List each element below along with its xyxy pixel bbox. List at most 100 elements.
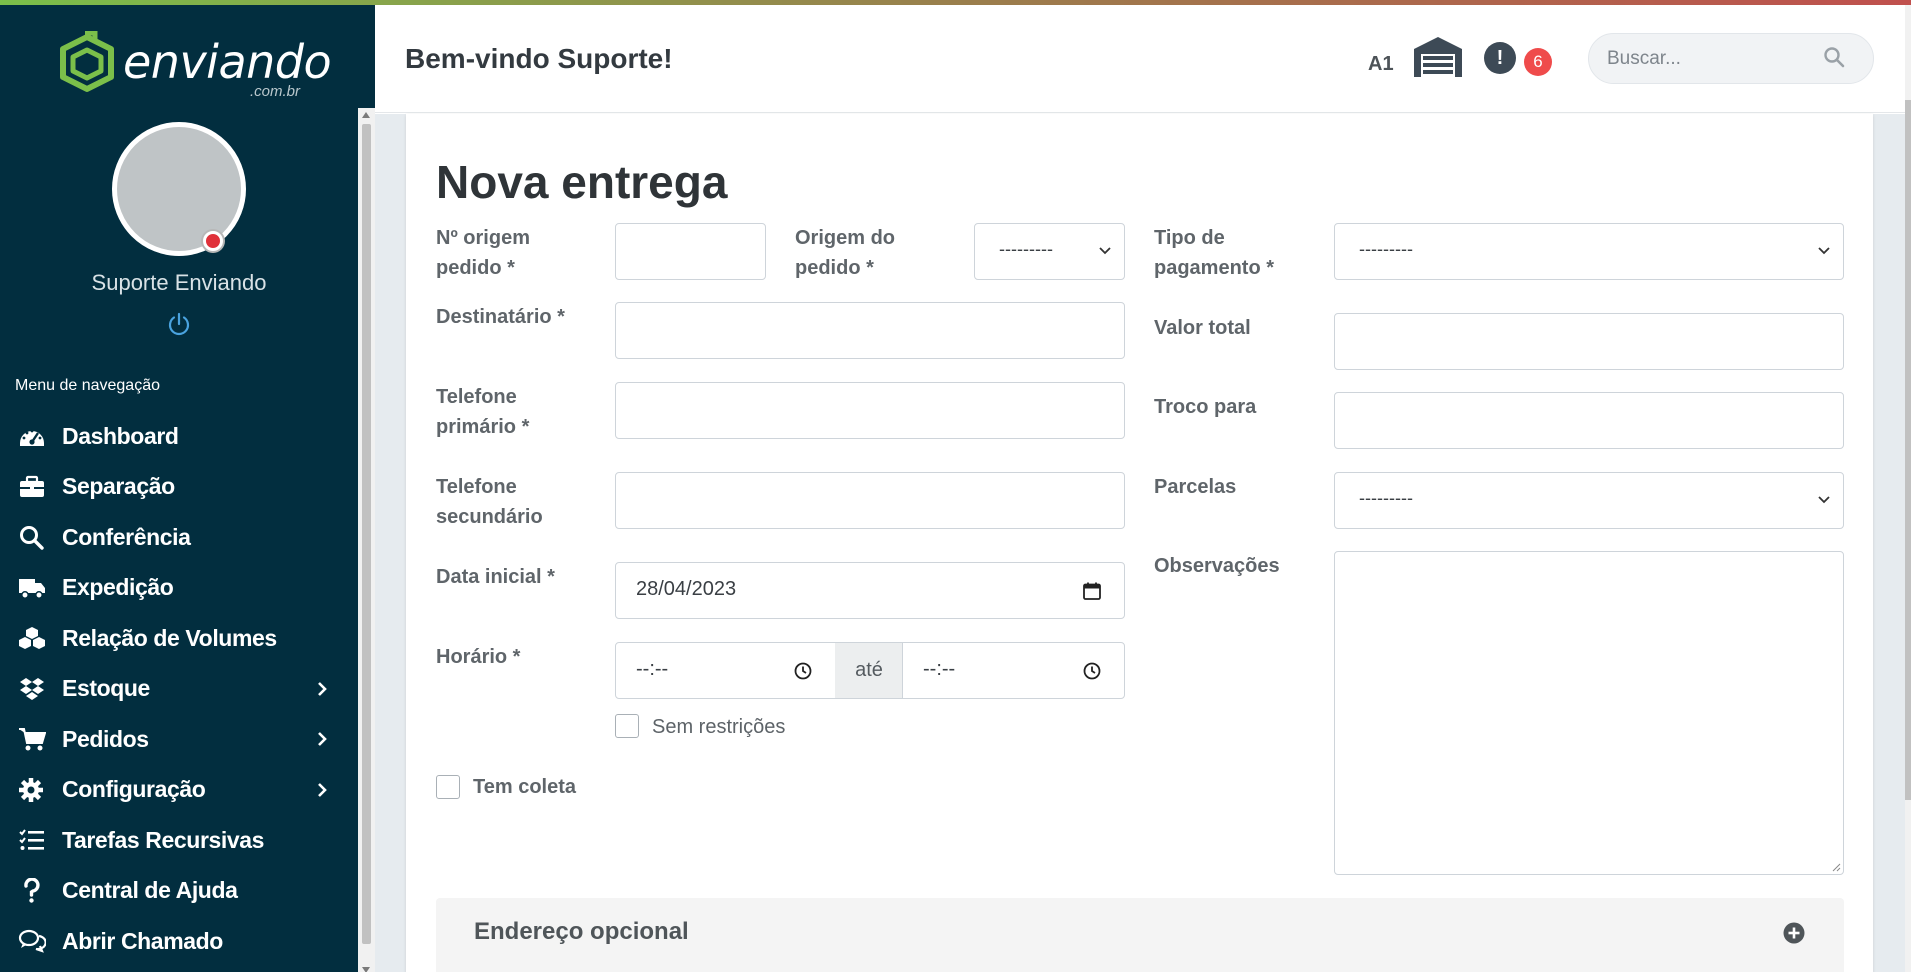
time-value: --:-- (923, 658, 956, 680)
nav-item-tarefas-recursivas[interactable]: Tarefas Recursivas (0, 815, 358, 866)
destinatario-input[interactable] (615, 302, 1125, 359)
label-line: pedido * (795, 257, 874, 279)
nav-item-estoque[interactable]: Estoque (0, 664, 358, 715)
chevron-right-icon (318, 782, 327, 797)
page-scrollbar[interactable] (1905, 5, 1911, 972)
nav-label: Expedição (62, 574, 174, 601)
clock-icon[interactable] (1082, 661, 1102, 681)
sem-restricoes-label[interactable]: Sem restrições (652, 716, 785, 739)
horario-separator: até (835, 642, 903, 699)
scroll-up-arrow[interactable] (362, 112, 370, 118)
horario-inicio-input[interactable]: --:-- (615, 642, 836, 699)
nav-title: Menu de navegação (15, 377, 160, 394)
nav-item-abrir-chamado[interactable]: Abrir Chamado (0, 916, 358, 967)
tasks-icon (18, 826, 50, 854)
telefone-secundario-input[interactable] (615, 472, 1125, 529)
calendar-icon[interactable] (1082, 581, 1102, 601)
select-value: --------- (1359, 488, 1413, 508)
select-value: --------- (1359, 239, 1413, 259)
brand-name: enviando (123, 35, 332, 89)
label-line: Origem do (795, 227, 896, 249)
briefcase-icon (18, 473, 50, 501)
nav-menu: Dashboard Separação Conferência Expediçã… (0, 411, 358, 967)
origem-numero-label: Nº origem pedido * (436, 223, 530, 283)
label-line: primário * (436, 416, 530, 438)
valor-total-input[interactable] (1334, 313, 1844, 370)
tem-coleta-checkbox[interactable] (436, 775, 460, 799)
parcelas-select[interactable]: --------- (1334, 472, 1844, 529)
time-value: --:-- (636, 658, 669, 680)
tipo-pagamento-label: Tipo de pagamento * (1154, 223, 1274, 283)
valor-total-label: Valor total (1154, 317, 1251, 339)
comments-icon (18, 927, 50, 955)
scrollbar-thumb[interactable] (362, 124, 371, 944)
box-logo-icon (60, 31, 114, 92)
nav-label: Abrir Chamado (62, 927, 223, 954)
alert-icon[interactable]: ! (1484, 42, 1516, 74)
label-line: Tipo de (1154, 227, 1225, 249)
sidebar: enviando .com.br Suporte Enviando Menu d… (0, 5, 375, 972)
sem-restricoes-checkbox[interactable] (615, 714, 639, 738)
origem-pedido-label: Origem do pedido * (795, 223, 895, 283)
nav-item-dashboard[interactable]: Dashboard (0, 411, 358, 462)
nav-label: Dashboard (62, 422, 179, 449)
endereco-opcional-accordion[interactable]: Endereço opcional (436, 898, 1844, 972)
origem-numero-input[interactable] (615, 223, 766, 280)
search-icon[interactable] (1823, 46, 1845, 68)
telefone-primario-input[interactable] (615, 382, 1125, 439)
chevron-right-icon (318, 681, 327, 696)
nav-label: Estoque (62, 675, 150, 702)
label-line: pagamento * (1154, 257, 1275, 279)
telefone-secundario-label: Telefone secundário (436, 472, 543, 532)
nav-item-configuracao[interactable]: Configuração (0, 765, 358, 816)
search-input[interactable] (1607, 34, 1817, 83)
observacoes-label: Observações (1154, 555, 1280, 577)
nav-item-conferencia[interactable]: Conferência (0, 512, 358, 563)
data-inicial-input[interactable]: 28/04/2023 (615, 562, 1125, 619)
observacoes-textarea[interactable] (1334, 551, 1844, 875)
nav-label: Configuração (62, 776, 206, 803)
truck-icon (18, 574, 50, 602)
nav-label: Tarefas Recursivas (62, 826, 265, 853)
telefone-primario-label: Telefone primário * (436, 382, 529, 442)
gear-icon (18, 776, 50, 804)
horario-label: Horário * (436, 646, 521, 668)
troco-para-input[interactable] (1334, 392, 1844, 449)
clock-icon[interactable] (793, 661, 813, 681)
brand-domain: .com.br (250, 83, 301, 100)
boxes-icon (18, 624, 50, 652)
label-line: pedido * (436, 257, 515, 279)
notification-badge[interactable]: 6 (1524, 48, 1552, 76)
dropbox-icon (18, 675, 50, 703)
nav-item-separacao[interactable]: Separação (0, 462, 358, 513)
parcelas-label: Parcelas (1154, 476, 1237, 498)
origem-pedido-select[interactable]: --------- (974, 223, 1125, 280)
warehouse-icon[interactable] (1412, 35, 1464, 79)
chevron-down-icon (1818, 496, 1830, 504)
user-name: Suporte Enviando (91, 270, 267, 295)
nav-label: Central de Ajuda (62, 877, 238, 904)
nav-item-expedicao[interactable]: Expedição (0, 563, 358, 614)
nav-item-relacao-volumes[interactable]: Relação de Volumes (0, 613, 358, 664)
scroll-down-arrow[interactable] (362, 967, 370, 972)
accordion-title: Endereço opcional (474, 918, 689, 945)
page-title: Nova entrega (436, 156, 728, 208)
brand-logo[interactable]: enviando .com.br (55, 31, 332, 101)
horario-fim-input[interactable]: --:-- (902, 642, 1125, 699)
tipo-pagamento-select[interactable]: --------- (1334, 223, 1844, 280)
top-header: Bem-vindo Suporte! A1 ! 6 (375, 5, 1905, 113)
avatar[interactable] (112, 122, 246, 256)
resize-handle-icon[interactable] (1831, 862, 1841, 872)
power-icon[interactable] (166, 311, 192, 337)
scrollbar-thumb[interactable] (1905, 100, 1911, 800)
label-line: Telefone (436, 476, 517, 498)
nav-item-pedidos[interactable]: Pedidos (0, 714, 358, 765)
plus-circle-icon[interactable] (1782, 921, 1806, 945)
cart-icon (18, 725, 50, 753)
warehouse-code[interactable]: A1 (1368, 53, 1394, 76)
chevron-down-icon (1099, 247, 1111, 255)
sidebar-scrollbar[interactable] (358, 108, 375, 972)
nav-item-central-ajuda[interactable]: Central de Ajuda (0, 866, 358, 917)
destinatario-label: Destinatário * (436, 306, 565, 328)
tem-coleta-label[interactable]: Tem coleta (473, 776, 576, 799)
